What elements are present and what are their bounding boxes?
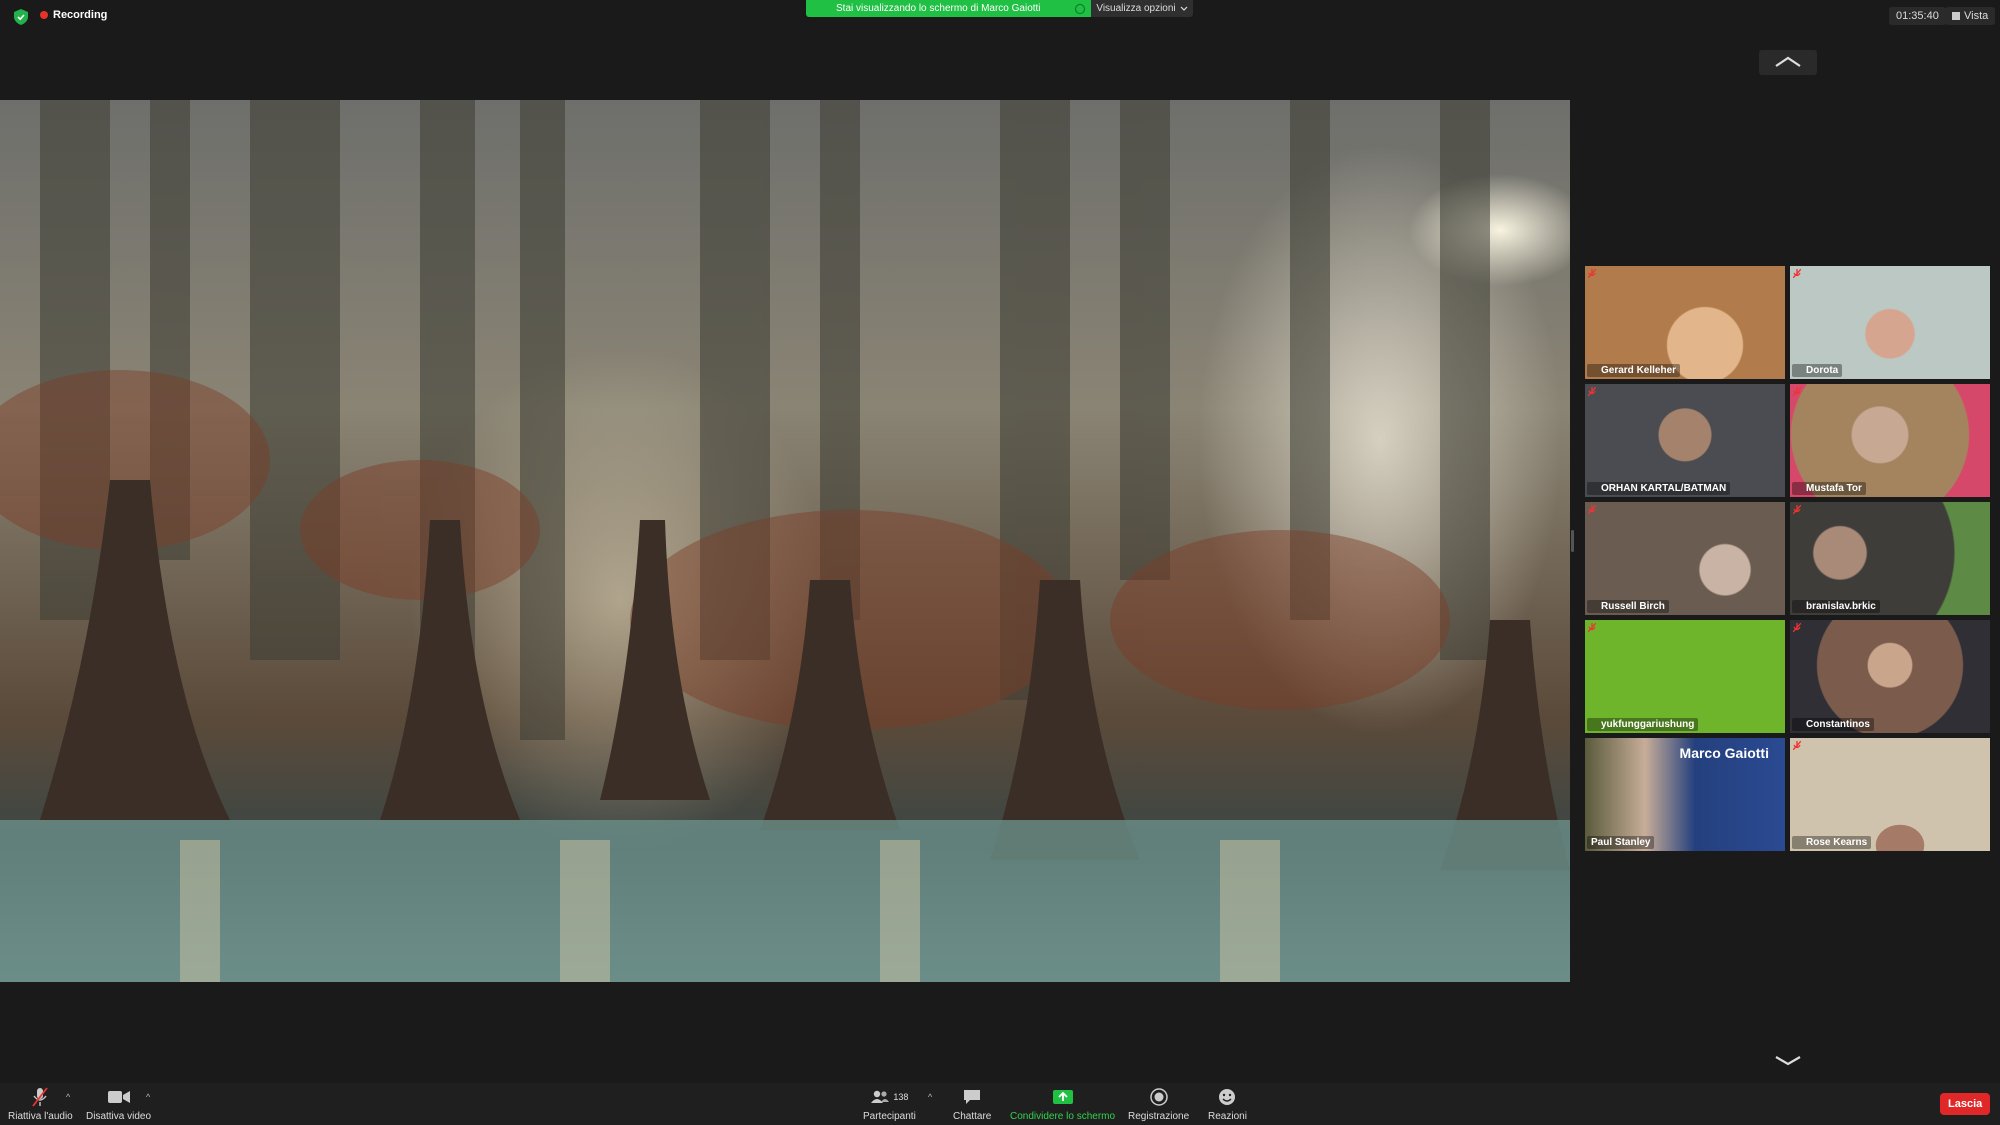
participant-tile[interactable]: Mustafa Tor: [1790, 384, 1990, 497]
participant-video: [1585, 620, 1785, 733]
emoji-smile-icon: [1219, 1089, 1236, 1105]
participant-video: [1585, 266, 1785, 379]
share-screen-icon: [1052, 1090, 1073, 1104]
share-ring-icon: [1075, 3, 1085, 14]
record-icon: [1149, 1088, 1168, 1106]
view-options-label: Visualizza opzioni: [1096, 3, 1176, 14]
recording-dot-icon: [40, 11, 48, 19]
view-options-button[interactable]: Visualizza opzioni: [1091, 0, 1193, 17]
participant-tile[interactable]: Gerard Kelleher: [1585, 266, 1785, 379]
view-grid-icon: [1952, 12, 1960, 20]
participant-video: [1585, 384, 1785, 497]
stop-video-button[interactable]: Disattiva video: [86, 1087, 151, 1122]
participant-tile[interactable]: Russell Birch: [1585, 502, 1785, 615]
muted-mic-icon: [1793, 269, 1801, 278]
meeting-timer: 01:35:40: [1889, 7, 1946, 25]
participant-name: Constantinos: [1792, 718, 1874, 731]
participant-name: ORHAN KARTAL/BATMAN: [1587, 482, 1731, 495]
reactions-button[interactable]: Reazioni: [1208, 1087, 1247, 1122]
record-button[interactable]: Registrazione: [1128, 1087, 1189, 1122]
screen-share-banner: Stai visualizzando lo schermo di Marco G…: [806, 0, 1193, 17]
participant-video: [1790, 620, 1990, 733]
stop-video-label: Disattiva video: [86, 1111, 152, 1122]
unmute-button[interactable]: Riattiva l'audio: [8, 1087, 73, 1122]
chat-label: Chattare: [953, 1111, 992, 1122]
top-bar: Recording Stai visualizzando lo schermo …: [0, 0, 2000, 34]
participant-tile[interactable]: Dorota: [1790, 266, 1990, 379]
record-label: Registrazione: [1128, 1111, 1190, 1122]
muted-mic-icon: [1588, 505, 1596, 514]
participant-name: branislav.brkic: [1792, 600, 1880, 613]
participant-video: [1790, 502, 1990, 615]
panel-resize-handle[interactable]: [1571, 530, 1574, 552]
chat-bubble-icon: [964, 1090, 981, 1104]
participants-label: Partecipanti: [863, 1111, 916, 1122]
participant-tile[interactable]: Rose Kearns: [1790, 738, 1990, 851]
participants-button[interactable]: 138 Partecipanti: [863, 1087, 916, 1122]
participant-name: Gerard Kelleher: [1587, 364, 1681, 377]
gallery-scroll-up-button[interactable]: [1759, 50, 1817, 75]
reactions-label: Reazioni: [1208, 1111, 1247, 1122]
chevron-down-icon: [1180, 6, 1188, 11]
participant-name: Dorota: [1792, 364, 1843, 377]
view-button[interactable]: Vista: [1945, 7, 1996, 25]
participant-tile[interactable]: Constantinos: [1790, 620, 1990, 733]
leave-meeting-button[interactable]: Lascia: [1940, 1093, 1991, 1115]
muted-mic-icon: [1793, 387, 1801, 396]
participants-icon: [871, 1090, 890, 1103]
participant-video: [1790, 738, 1990, 851]
video-camera-icon: [107, 1091, 130, 1103]
participant-video: [1790, 266, 1990, 379]
participant-video: [1790, 384, 1990, 497]
video-options-caret[interactable]: ^: [146, 1092, 150, 1102]
muted-mic-icon: [32, 1087, 49, 1107]
participant-name: Mustafa Tor: [1792, 482, 1866, 495]
participant-name: Russell Birch: [1587, 600, 1669, 613]
chevron-up-icon: [1775, 56, 1801, 67]
muted-mic-icon: [1588, 623, 1596, 632]
unmute-label: Riattiva l'audio: [8, 1111, 73, 1122]
participant-tile[interactable]: yukfunggariushung: [1585, 620, 1785, 733]
participant-name: yukfunggariushung: [1587, 718, 1699, 731]
share-screen-label: Condividere lo schermo: [1010, 1111, 1116, 1122]
meeting-toolbar: Riattiva l'audio ^ Disattiva video ^ 138…: [0, 1083, 2000, 1125]
shared-screen-image: [0, 100, 1570, 982]
muted-mic-icon: [1588, 269, 1596, 278]
participant-tile[interactable]: ORHAN KARTAL/BATMAN: [1585, 384, 1785, 497]
participants-options-caret[interactable]: ^: [928, 1092, 932, 1102]
participant-tile[interactable]: branislav.brkic: [1790, 502, 1990, 615]
security-shield-icon[interactable]: [14, 9, 28, 25]
swamp-scene: [0, 100, 1570, 982]
share-screen-button[interactable]: Condividere lo schermo: [1010, 1087, 1115, 1122]
gallery-scroll-down-button[interactable]: [1771, 1052, 1805, 1070]
recording-indicator[interactable]: Recording: [40, 9, 107, 21]
chevron-down-icon: [1775, 1056, 1801, 1066]
muted-mic-icon: [1588, 387, 1596, 396]
muted-mic-icon: [1793, 741, 1801, 750]
audio-options-caret[interactable]: ^: [66, 1092, 70, 1102]
participant-tile[interactable]: Marco Gaiotti Paul Stanley: [1585, 738, 1785, 851]
view-label: Vista: [1964, 10, 1989, 22]
share-status-text: Stai visualizzando lo schermo di Marco G…: [836, 3, 1041, 14]
recording-label: Recording: [53, 9, 108, 21]
share-status: Stai visualizzando lo schermo di Marco G…: [806, 0, 1091, 17]
shared-slide-title: Marco Gaiotti: [1679, 745, 1769, 761]
muted-mic-icon: [1793, 623, 1801, 632]
chat-button[interactable]: Chattare: [953, 1087, 991, 1122]
muted-mic-icon: [1793, 505, 1801, 514]
participant-video: [1585, 502, 1785, 615]
participants-count: 138: [893, 1092, 909, 1102]
participant-name: Paul Stanley: [1587, 836, 1655, 849]
participant-name: Rose Kearns: [1792, 836, 1872, 849]
